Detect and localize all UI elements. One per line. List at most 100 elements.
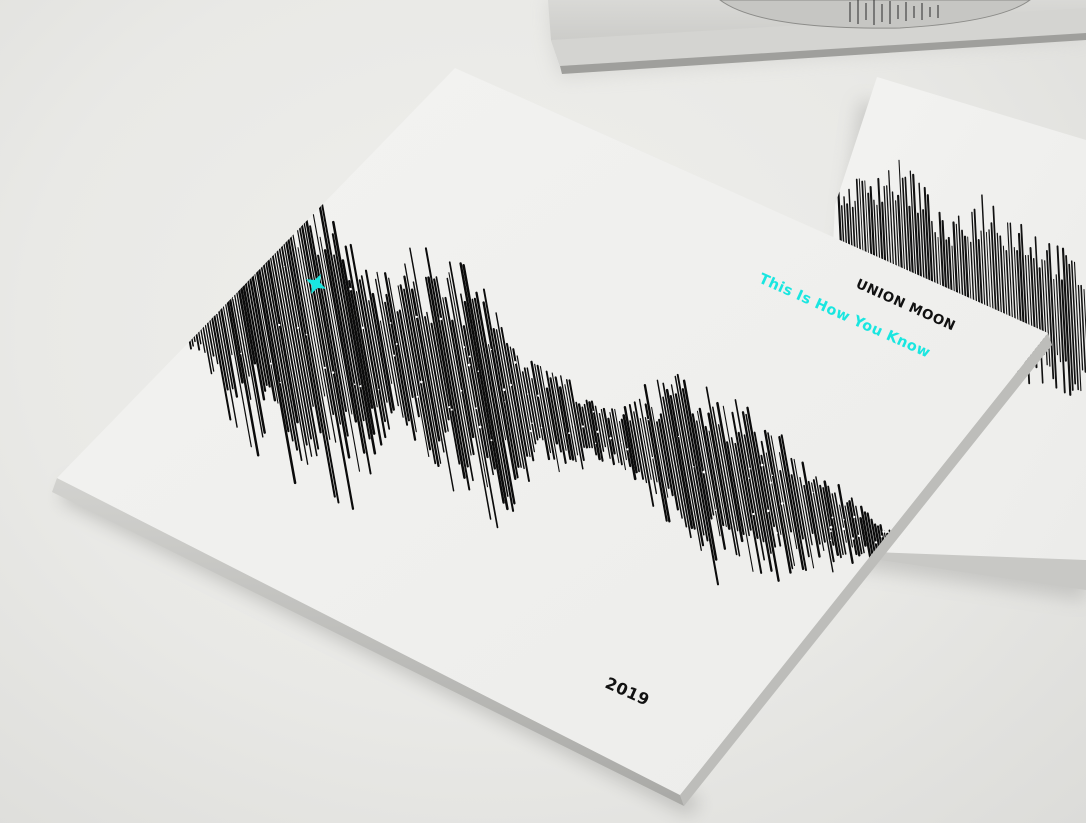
- waveform-sparkle: [596, 430, 599, 433]
- waveform-sparkle: [182, 248, 184, 250]
- waveform-sparkle: [748, 477, 750, 480]
- waveform-bar: [168, 199, 196, 343]
- album-mockup-scene: UNION MOON This Is How You Know 2019: [52, 0, 1086, 815]
- waveform-sparkle: [769, 481, 772, 484]
- waveform-sparkle: [594, 442, 597, 445]
- waveform-sparkle: [305, 333, 308, 336]
- waveform-sparkle: [439, 317, 443, 321]
- waveform-sparkle: [537, 394, 540, 397]
- top-cd-tray: [548, 0, 1086, 78]
- waveform-sparkle: [592, 410, 595, 413]
- waveform-sparkle: [830, 539, 832, 541]
- waveform-sparkle: [504, 401, 506, 403]
- waveform-sparkle: [513, 361, 517, 364]
- waveform-sparkle: [416, 395, 419, 399]
- waveform-sparkle: [829, 530, 832, 533]
- waveform-sparkle: [240, 352, 243, 355]
- waveform-sparkle: [857, 534, 861, 537]
- waveform-sparkle: [752, 512, 755, 516]
- waveform-bar: [174, 215, 201, 351]
- waveform-sparkle: [215, 311, 218, 314]
- waveform-sparkle: [467, 363, 471, 367]
- waveform-sparkle: [478, 425, 482, 429]
- waveform-sparkle: [181, 272, 184, 275]
- waveform-sparkle: [880, 535, 883, 538]
- waveform-sparkle: [269, 362, 272, 365]
- waveform-sparkle: [159, 265, 161, 267]
- waveform-sparkle: [760, 463, 764, 467]
- waveform-sparkle: [609, 437, 612, 440]
- waveform-sparkle: [353, 383, 356, 386]
- waveform-sparkle: [172, 272, 174, 275]
- waveform-sparkle: [323, 366, 327, 369]
- waveform-sparkle: [278, 323, 281, 327]
- waveform-sparkle: [829, 525, 833, 529]
- waveform-sparkle: [651, 457, 654, 459]
- waveform-sparkle: [393, 354, 396, 357]
- waveform-sparkle: [279, 382, 281, 384]
- waveform-sparkle: [851, 537, 855, 540]
- waveform-sparkle: [775, 531, 778, 535]
- waveform-sparkle: [620, 441, 623, 444]
- waveform-bar: [162, 222, 184, 330]
- waveform-sparkle: [853, 515, 856, 519]
- waveform-sparkle: [349, 287, 352, 291]
- waveform-bar: [170, 180, 202, 345]
- waveform-sparkle: [509, 383, 512, 387]
- waveform-sparkle: [377, 388, 380, 391]
- waveform-sparkle: [531, 422, 533, 424]
- waveform-sparkle: [415, 315, 418, 319]
- waveform-sparkle: [502, 388, 506, 392]
- waveform-bar: [158, 217, 180, 322]
- waveform-sparkle: [626, 448, 629, 451]
- waveform-sparkle: [420, 380, 423, 384]
- waveform-bar: [155, 216, 177, 321]
- waveform-sparkle: [647, 418, 649, 421]
- waveform-sparkle: [389, 322, 392, 324]
- waveform-sparkle: [448, 406, 451, 409]
- waveform-bar: [154, 238, 165, 286]
- waveform-sparkle: [780, 502, 784, 505]
- waveform-sparkle: [843, 518, 845, 521]
- waveform-sparkle: [331, 371, 335, 374]
- waveform-sparkle: [468, 355, 471, 358]
- waveform-sparkle: [450, 408, 453, 411]
- waveform-sparkle: [477, 370, 480, 372]
- waveform-bar: [162, 192, 192, 350]
- waveform-sparkle: [874, 541, 878, 544]
- waveform-sparkle: [572, 424, 575, 427]
- waveform-bar: [163, 181, 194, 347]
- waveform-sparkle: [529, 429, 533, 433]
- waveform-bar: [153, 220, 172, 308]
- waveform-sparkle: [882, 530, 885, 533]
- waveform-sparkle: [190, 222, 193, 225]
- waveform-sparkle: [748, 467, 751, 470]
- waveform-sparkle: [831, 516, 834, 519]
- waveform-sparkle: [359, 385, 362, 388]
- waveform-sparkle: [232, 282, 236, 285]
- waveform-sparkle: [460, 389, 463, 392]
- waveform-sparkle: [811, 491, 814, 494]
- waveform-sparkle: [475, 407, 478, 410]
- waveform-sparkle: [715, 509, 717, 512]
- waveform-sparkle: [693, 466, 695, 468]
- waveform-sparkle: [490, 439, 493, 442]
- waveform-sparkle: [232, 297, 235, 300]
- waveform-bar: [176, 198, 206, 353]
- waveform-sparkle: [581, 425, 585, 428]
- waveform-sparkle: [490, 348, 492, 351]
- waveform-sparkle: [842, 527, 845, 531]
- waveform-sparkle: [463, 346, 466, 349]
- waveform-sparkle: [296, 326, 300, 330]
- waveform-sparkle: [283, 265, 285, 268]
- waveform-sparkle: [568, 432, 571, 435]
- waveform-sparkle: [182, 299, 185, 302]
- waveform-sparkle: [395, 342, 398, 346]
- waveform-sparkle: [187, 289, 189, 291]
- waveform-sparkle: [361, 326, 364, 330]
- waveform-bar: [159, 192, 186, 330]
- waveform-sparkle: [526, 393, 529, 395]
- waveform-sparkle: [702, 470, 706, 474]
- waveform-sparkle: [766, 509, 770, 513]
- waveform-sparkle: [771, 474, 774, 476]
